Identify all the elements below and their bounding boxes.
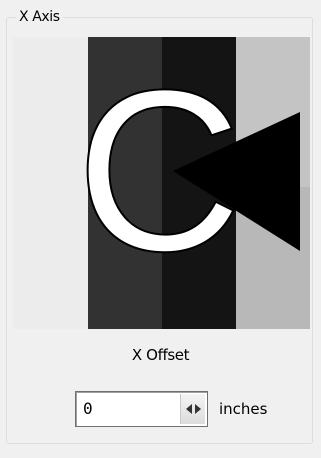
x-offset-input[interactable]	[81, 397, 181, 421]
offset-preview-graphic: C	[13, 37, 310, 329]
left-right-arrows-icon	[185, 404, 201, 414]
units-label: inches	[219, 400, 268, 418]
group-title: X Axis	[16, 8, 63, 26]
x-offset-spinbox[interactable]	[75, 391, 208, 427]
x-offset-spin-button[interactable]	[180, 394, 205, 424]
x-offset-label: X Offset	[131, 346, 190, 364]
offset-preview: C	[13, 37, 310, 329]
